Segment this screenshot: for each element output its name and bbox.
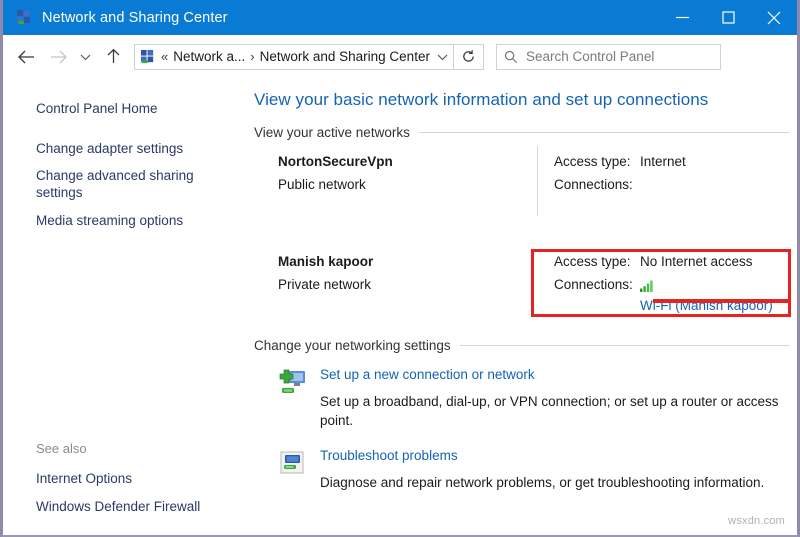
- breadcrumb-segment-1[interactable]: Network a...: [173, 49, 245, 64]
- section-header-active-networks: View your active networks: [254, 125, 790, 140]
- network-type: Public network: [278, 177, 366, 192]
- navigation-toolbar: « Network a... › Network and Sharing Cen…: [3, 35, 797, 78]
- access-type-label: Access type:: [554, 254, 631, 269]
- search-icon: [504, 50, 518, 64]
- see-also-label: See also: [36, 441, 87, 456]
- forward-arrow-icon: [44, 42, 72, 72]
- address-bar[interactable]: « Network a... › Network and Sharing Cen…: [134, 43, 456, 70]
- sidebar: Control Panel Home Change adapter settin…: [6, 78, 249, 533]
- new-connection-icon: [278, 369, 308, 397]
- title-bar: Network and Sharing Center: [3, 0, 797, 35]
- window-frame: Network and Sharing Center « Network a..…: [0, 0, 800, 537]
- back-arrow-icon[interactable]: [12, 42, 40, 72]
- search-input[interactable]: Search Control Panel: [496, 43, 721, 70]
- access-type-row: Access type: No Internet access: [554, 254, 790, 277]
- sidebar-item-change-adapter-settings[interactable]: Change adapter settings: [6, 140, 183, 157]
- connections-label: Connections:: [554, 277, 633, 292]
- recent-chevron-icon[interactable]: [74, 42, 96, 72]
- divider: [418, 132, 790, 133]
- minimize-button[interactable]: [659, 0, 705, 35]
- setup-connection-link[interactable]: Set up a new connection or network: [320, 367, 535, 382]
- network-name: Manish kapoor: [278, 254, 374, 269]
- page-title: View your basic network information and …: [254, 90, 709, 109]
- breadcrumb-separator: ›: [250, 49, 255, 64]
- refresh-icon[interactable]: [454, 43, 484, 70]
- breadcrumb-segment-2[interactable]: Network and Sharing Center: [260, 49, 430, 64]
- watermark: wsxdn.com: [728, 515, 785, 527]
- connections-link-wrap[interactable]: Wi-Fi (Manish kapoor): [640, 277, 790, 315]
- access-type-value: Internet: [640, 154, 686, 169]
- window-title: Network and Sharing Center: [42, 9, 228, 26]
- highlight-underline: [653, 299, 788, 303]
- breadcrumb-network-icon: [140, 49, 156, 65]
- network-type: Private network: [278, 277, 372, 292]
- breadcrumb-prefix: «: [161, 49, 169, 64]
- troubleshoot-icon: [278, 450, 308, 478]
- up-arrow-icon[interactable]: [100, 42, 126, 72]
- chevron-down-icon[interactable]: [430, 53, 456, 61]
- network-details: Access type: Internet Connections:: [554, 154, 790, 200]
- network-entry: Manish kapoor Private network Access typ…: [254, 254, 790, 314]
- section-label: View your active networks: [254, 125, 410, 140]
- sidebar-item-media-streaming-options[interactable]: Media streaming options: [6, 212, 183, 229]
- connections-row: Connections:: [554, 177, 790, 200]
- network-name: NortonSecureVpn: [278, 154, 393, 169]
- column-divider: [537, 146, 538, 216]
- troubleshoot-description: Diagnose and repair network problems, or…: [320, 475, 765, 490]
- access-type-row: Access type: Internet: [554, 154, 790, 177]
- sidebar-item-internet-options[interactable]: Internet Options: [6, 470, 132, 487]
- sidebar-item-windows-defender-firewall[interactable]: Windows Defender Firewall: [6, 498, 200, 515]
- troubleshoot-link[interactable]: Troubleshoot problems: [320, 448, 458, 463]
- maximize-button[interactable]: [705, 0, 751, 35]
- connections-row: Connections: Wi-Fi (Manish kapoor): [554, 277, 790, 313]
- search-placeholder: Search Control Panel: [526, 49, 655, 64]
- section-header-change-settings: Change your networking settings: [254, 338, 790, 353]
- access-type-label: Access type:: [554, 154, 631, 169]
- title-bar-left: Network and Sharing Center: [3, 9, 659, 26]
- content-area: Control Panel Home Change adapter settin…: [6, 78, 794, 533]
- network-entry: NortonSecureVpn Public network Access ty…: [254, 146, 790, 232]
- sidebar-item-change-advanced-sharing-settings[interactable]: Change advanced sharing settings: [6, 167, 221, 201]
- wifi-signal-icon: [640, 279, 655, 297]
- divider: [459, 345, 790, 346]
- section-label: Change your networking settings: [254, 338, 451, 353]
- main-panel: View your basic network information and …: [249, 78, 794, 533]
- connections-label: Connections:: [554, 177, 633, 192]
- setup-connection-description: Set up a broadband, dial-up, or VPN conn…: [320, 394, 779, 428]
- sidebar-item-control-panel-home[interactable]: Control Panel Home: [6, 100, 158, 117]
- access-type-value: No Internet access: [640, 254, 753, 269]
- close-button[interactable]: [751, 0, 797, 35]
- network-details: Access type: No Internet access Connecti…: [554, 254, 790, 313]
- network-icon: [16, 9, 33, 26]
